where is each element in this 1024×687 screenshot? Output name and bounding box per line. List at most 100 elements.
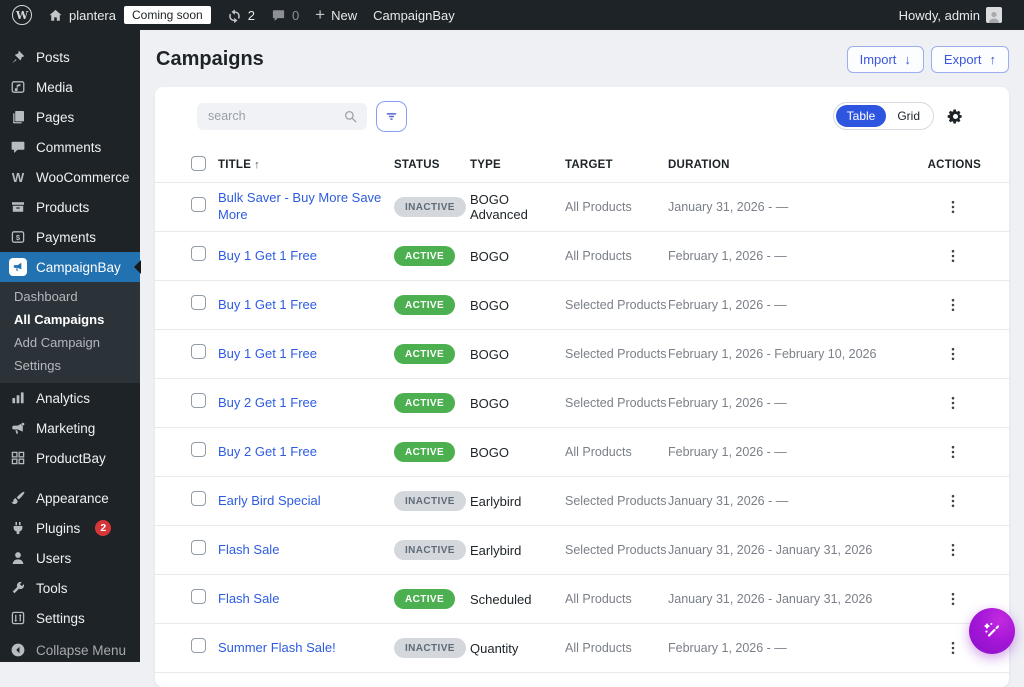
sidebar-item-label: Appearance <box>36 491 109 506</box>
filter-icon <box>384 109 399 124</box>
campaign-title-link[interactable]: Buy 2 Get 1 Free <box>218 395 327 412</box>
row-actions-button[interactable] <box>943 442 963 462</box>
row-checkbox[interactable] <box>191 638 206 653</box>
submenu-item-all-campaigns[interactable]: All Campaigns <box>0 308 140 331</box>
products-box-icon <box>9 198 27 216</box>
sidebar-item-users[interactable]: Users <box>0 543 140 573</box>
sidebar-item-pages[interactable]: Pages <box>0 102 140 132</box>
campaign-title-link[interactable]: Flash Sale <box>218 542 289 559</box>
plugin-icon <box>9 519 27 537</box>
sidebar-item-productbay[interactable]: ProductBay <box>0 443 140 473</box>
sidebar-item-analytics[interactable]: Analytics <box>0 383 140 413</box>
campaign-type: BOGO <box>470 249 565 264</box>
campaign-title-link[interactable]: Bulk Saver - Buy More Save More <box>218 190 394 224</box>
campaign-title-link[interactable]: Buy 1 Get 1 Free <box>218 297 327 314</box>
svg-text:$: $ <box>16 233 21 242</box>
sidebar-item-collapse-menu[interactable]: Collapse Menu <box>0 635 140 665</box>
sidebar-item-label: Products <box>36 200 89 215</box>
column-header-status[interactable]: STATUS <box>394 159 470 171</box>
updates-menu[interactable]: 2 <box>219 0 263 30</box>
row-actions-button[interactable] <box>943 589 963 609</box>
column-header-duration[interactable]: DURATION <box>668 159 925 171</box>
view-toggle-table[interactable]: Table <box>836 105 887 127</box>
sidebar-item-label: Tools <box>36 581 68 596</box>
campaign-title-link[interactable]: Flash Sale <box>218 591 289 608</box>
filter-button[interactable] <box>376 101 407 132</box>
campaign-title-link[interactable]: Buy 2 Get 1 Free <box>218 444 327 461</box>
sidebar-item-comments[interactable]: Comments <box>0 132 140 162</box>
row-actions-button[interactable] <box>943 491 963 511</box>
sidebar-item-posts[interactable]: Posts <box>0 42 140 72</box>
sidebar-item-appearance[interactable]: Appearance <box>0 483 140 513</box>
sidebar-item-payments[interactable]: $ Payments <box>0 222 140 252</box>
submenu-item-dashboard[interactable]: Dashboard <box>0 285 140 308</box>
row-checkbox[interactable] <box>191 393 206 408</box>
row-actions-button[interactable] <box>943 540 963 560</box>
row-checkbox[interactable] <box>191 491 206 506</box>
admin-sidebar: Posts Media Pages Comments W WooCommerce… <box>0 30 140 662</box>
search-input[interactable] <box>197 103 367 130</box>
column-header-title[interactable]: TITLE↑ <box>218 159 394 171</box>
ai-assistant-fab[interactable] <box>969 608 1015 654</box>
campaign-title-link[interactable]: Early Bird Special <box>218 493 331 510</box>
import-button[interactable]: Import ↓ <box>847 46 924 73</box>
row-actions-button[interactable] <box>943 197 963 217</box>
coming-soon-badge: Coming soon <box>124 6 211 24</box>
table-row: Buy 2 Get 1 Free ACTIVE BOGO All Product… <box>155 428 1009 477</box>
row-checkbox[interactable] <box>191 540 206 555</box>
sidebar-item-label: WooCommerce <box>36 170 130 185</box>
sidebar-item-tools[interactable]: Tools <box>0 573 140 603</box>
row-checkbox[interactable] <box>191 589 206 604</box>
row-checkbox[interactable] <box>191 344 206 359</box>
pages-icon <box>9 108 27 126</box>
table-row: Flash Sale INACTIVE Earlybird Selected P… <box>155 526 1009 575</box>
sidebar-item-campaignbay[interactable]: CampaignBay <box>0 252 140 282</box>
column-header-target[interactable]: TARGET <box>565 159 668 171</box>
export-button[interactable]: Export ↑ <box>931 46 1009 73</box>
column-header-type[interactable]: TYPE <box>470 159 565 171</box>
campaign-title-link[interactable]: Buy 1 Get 1 Free <box>218 346 327 363</box>
column-header-actions: ACTIONS <box>928 159 981 171</box>
row-actions-button[interactable] <box>943 246 963 266</box>
sidebar-separator <box>0 473 140 483</box>
sidebar-item-plugins[interactable]: Plugins 2 <box>0 513 140 543</box>
wordpress-menu[interactable]: W <box>4 0 40 30</box>
row-checkbox[interactable] <box>191 197 206 212</box>
row-actions-button[interactable] <box>943 295 963 315</box>
view-toggle-grid[interactable]: Grid <box>886 105 931 127</box>
campaign-type: BOGO <box>470 298 565 313</box>
sidebar-item-marketing[interactable]: Marketing <box>0 413 140 443</box>
new-content-menu[interactable]: + New <box>307 0 365 30</box>
campaign-title-link[interactable]: Buy 1 Get 1 Free <box>218 248 327 265</box>
sidebar-item-woocommerce[interactable]: W WooCommerce <box>0 162 140 192</box>
site-link[interactable]: plantera Coming soon <box>40 0 219 30</box>
row-actions-button[interactable] <box>943 393 963 413</box>
table-row: Buy 1 Get 1 Free ACTIVE BOGO Selected Pr… <box>155 330 1009 379</box>
row-checkbox[interactable] <box>191 442 206 457</box>
sidebar-item-settings[interactable]: Settings <box>0 603 140 633</box>
campaignbay-adminbar-menu[interactable]: CampaignBay <box>365 0 463 30</box>
table-row: Flash Sale ACTIVE Scheduled All Products… <box>155 575 1009 624</box>
analytics-bars-icon <box>9 389 27 407</box>
site-name: plantera <box>69 8 116 23</box>
sidebar-item-media[interactable]: Media <box>0 72 140 102</box>
sidebar-item-products[interactable]: Products <box>0 192 140 222</box>
export-label: Export <box>944 52 982 67</box>
submenu-item-add-campaign[interactable]: Add Campaign <box>0 331 140 354</box>
comments-menu[interactable]: 0 <box>263 0 307 30</box>
updates-count: 2 <box>248 8 255 23</box>
account-menu[interactable]: Howdy, admin <box>891 0 1010 30</box>
kebab-menu-icon <box>945 346 961 362</box>
row-actions-button[interactable] <box>943 638 963 658</box>
upload-arrow-icon: ↑ <box>990 52 997 67</box>
column-settings-button[interactable] <box>947 108 964 125</box>
paintbrush-icon <box>9 489 27 507</box>
campaign-title-link[interactable]: Summer Flash Sale! <box>218 640 346 657</box>
row-actions-button[interactable] <box>943 344 963 364</box>
updates-icon <box>227 8 242 23</box>
submenu-item-settings[interactable]: Settings <box>0 354 140 377</box>
row-checkbox[interactable] <box>191 295 206 310</box>
select-all-checkbox[interactable] <box>191 156 206 171</box>
campaign-target: All Products <box>565 200 668 214</box>
row-checkbox[interactable] <box>191 246 206 261</box>
